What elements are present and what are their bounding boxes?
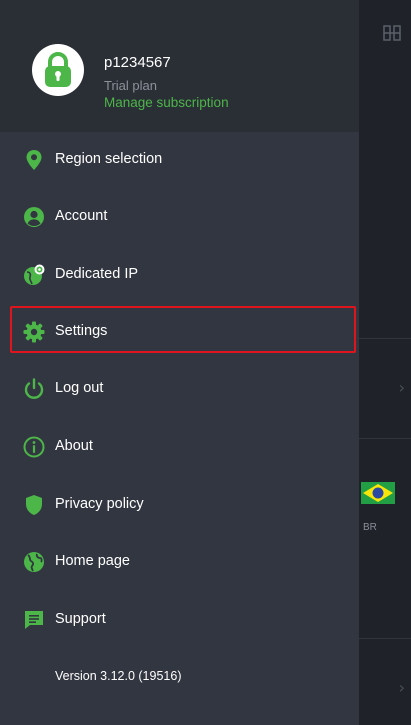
power-icon <box>24 378 44 399</box>
menu-item-log-out[interactable]: Log out <box>0 369 359 409</box>
app-version: Version 3.12.0 (19516) <box>55 669 182 683</box>
navigation-drawer: p1234567 Trial plan Manage subscription … <box>0 0 359 725</box>
menu-item-support[interactable]: Support <box>0 600 359 640</box>
username: p1234567 <box>104 54 171 71</box>
shield-icon <box>26 495 42 515</box>
chevron-right-icon[interactable]: › <box>399 378 405 397</box>
menu-item-label: Log out <box>55 380 104 396</box>
chevron-right-icon[interactable]: › <box>399 678 405 697</box>
menu-item-label: Account <box>55 208 108 224</box>
menu-item-region-selection[interactable]: Region selection <box>0 140 359 180</box>
globe-gear-icon <box>24 264 45 285</box>
menu-item-account[interactable]: Account <box>0 197 359 237</box>
plan-label: Trial plan <box>104 78 157 93</box>
country-code: BR <box>363 522 377 533</box>
drawer-header: p1234567 Trial plan Manage subscription <box>0 0 359 132</box>
lock-icon <box>45 52 71 87</box>
location-pin-icon <box>26 150 42 170</box>
avatar <box>32 44 84 96</box>
divider <box>359 638 411 639</box>
manage-subscription-link[interactable]: Manage subscription <box>104 95 229 110</box>
chat-bubble-icon <box>25 611 43 629</box>
menu-item-label: Support <box>55 611 106 627</box>
menu-item-about[interactable]: About <box>0 427 359 467</box>
info-icon <box>23 436 45 458</box>
menu-item-dedicated-ip[interactable]: Dedicated IP <box>0 255 359 295</box>
divider <box>359 438 411 439</box>
divider <box>359 338 411 339</box>
menu-item-label: Home page <box>55 553 130 569</box>
globe-icon <box>24 552 44 572</box>
menu-item-label: Dedicated IP <box>55 266 139 282</box>
account-circle-icon <box>24 207 44 227</box>
menu-item-privacy-policy[interactable]: Privacy policy <box>0 485 359 525</box>
menu-item-label: Privacy policy <box>55 496 144 512</box>
settings-highlight-box <box>10 306 356 353</box>
reorder-icon[interactable] <box>381 22 403 44</box>
brazil-flag-icon[interactable] <box>361 482 395 504</box>
menu-item-home-page[interactable]: Home page <box>0 542 359 582</box>
menu-item-label: About <box>55 438 93 454</box>
menu-item-label: Region selection <box>55 151 163 167</box>
